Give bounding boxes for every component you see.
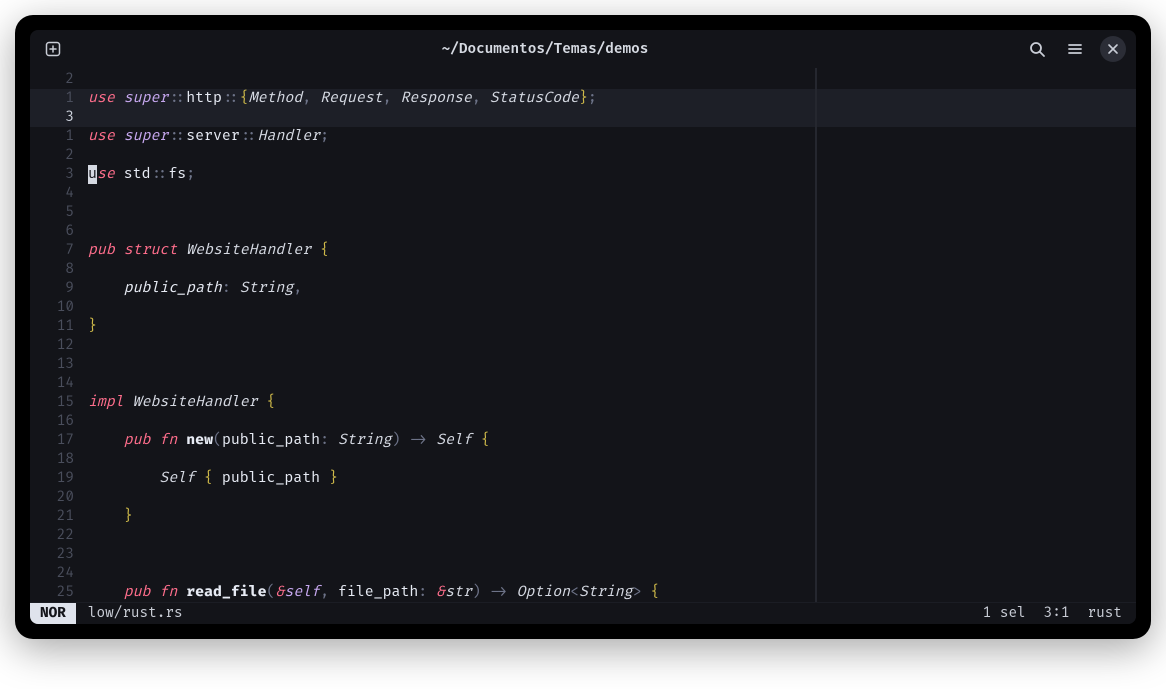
search-icon (1028, 40, 1046, 58)
line-number: 18 (30, 450, 74, 469)
line-number: 13 (30, 355, 74, 374)
search-button[interactable] (1024, 36, 1050, 62)
line-number: 15 (30, 393, 74, 412)
status-selection: 1 sel (983, 605, 1026, 622)
menu-button[interactable] (1062, 36, 1088, 62)
vertical-split[interactable] (815, 68, 817, 602)
code-line: pub struct WebsiteHandler { (88, 241, 1136, 260)
line-number: 16 (30, 412, 74, 431)
line-number: 11 (30, 317, 74, 336)
line-number: 1 (30, 89, 74, 108)
line-number: 12 (30, 336, 74, 355)
line-number: 8 (30, 260, 74, 279)
line-number: 4 (30, 184, 74, 203)
code-line: pub fn read_file(&self, file_path: &str)… (88, 583, 1136, 602)
window-title: ~/Documentos/Temas/demos (66, 41, 1024, 58)
new-tab-button[interactable] (40, 36, 66, 62)
status-language: rust (1088, 605, 1122, 622)
line-number: 7 (30, 241, 74, 260)
code-area[interactable]: 2131234567891011121314151617181920212223… (30, 68, 1136, 602)
cursor: u (88, 165, 97, 184)
code-line: } (88, 507, 1136, 526)
line-number: 3 (30, 108, 74, 127)
code-line: use std::fs; (88, 165, 1136, 184)
code-line: pub fn new(public_path: String) -> Self … (88, 431, 1136, 450)
window-frame: ~/Documentos/Temas/demos (15, 15, 1151, 639)
titlebar: ~/Documentos/Temas/demos (30, 30, 1136, 68)
status-file: low/rust.rs (88, 605, 183, 622)
line-number: 10 (30, 298, 74, 317)
line-number: 20 (30, 488, 74, 507)
plus-square-icon (45, 41, 61, 57)
code-line: use super::http::{Method, Request, Respo… (88, 89, 1136, 108)
editor-mode: NOR (30, 603, 76, 624)
line-number: 2 (30, 70, 74, 89)
line-number: 24 (30, 564, 74, 583)
terminal: ~/Documentos/Temas/demos (30, 30, 1136, 624)
line-number: 6 (30, 222, 74, 241)
code-line (88, 545, 1136, 564)
line-number: 3 (30, 165, 74, 184)
line-number: 22 (30, 526, 74, 545)
gutter: 2131234567891011121314151617181920212223… (30, 68, 84, 602)
code[interactable]: use super::http::{Method, Request, Respo… (84, 68, 1136, 602)
line-number: 1 (30, 127, 74, 146)
line-number: 21 (30, 507, 74, 526)
line-number: 5 (30, 203, 74, 222)
hamburger-icon (1066, 40, 1084, 58)
line-number: 14 (30, 374, 74, 393)
close-button[interactable] (1100, 36, 1126, 62)
code-line: use super::server::Handler; (88, 127, 1136, 146)
code-line (88, 355, 1136, 374)
status-position: 3:1 (1044, 605, 1070, 622)
line-number: 19 (30, 469, 74, 488)
line-number: 9 (30, 279, 74, 298)
code-line (88, 203, 1136, 222)
line-number: 23 (30, 545, 74, 564)
close-icon (1106, 42, 1120, 56)
line-number: 17 (30, 431, 74, 450)
code-line: } (88, 317, 1136, 336)
code-line: public_path: String, (88, 279, 1136, 298)
code-line: impl WebsiteHandler { (88, 393, 1136, 412)
line-number: 25 (30, 583, 74, 602)
line-number: 2 (30, 146, 74, 165)
statusbar: NOR low/rust.rs 1 sel 3:1 rust (30, 602, 1136, 624)
editor[interactable]: 2131234567891011121314151617181920212223… (30, 68, 1136, 624)
code-line: Self { public_path } (88, 469, 1136, 488)
